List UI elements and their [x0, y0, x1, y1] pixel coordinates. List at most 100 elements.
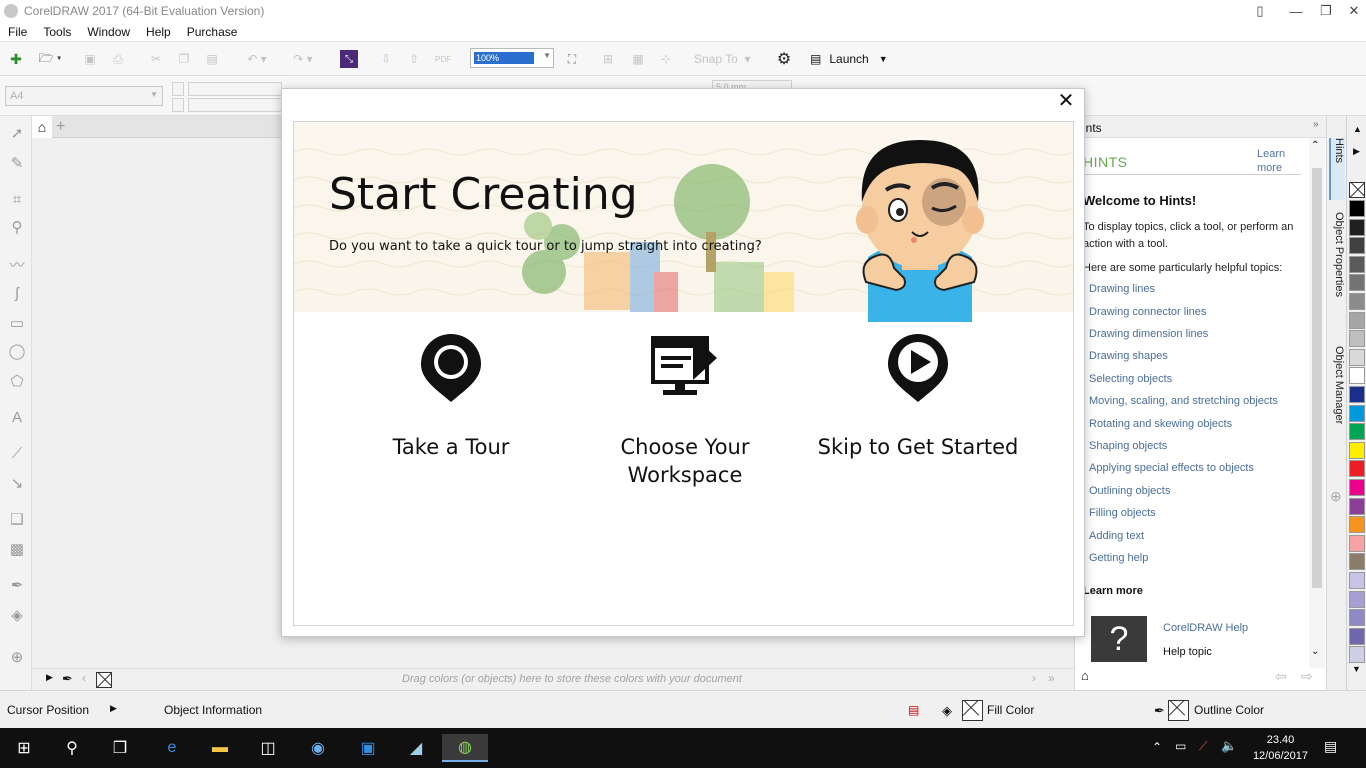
zoom-tool-icon[interactable]: ⚲: [7, 218, 27, 238]
color-swatch[interactable]: [1349, 553, 1365, 571]
color-swatch[interactable]: [1349, 423, 1365, 441]
color-swatch[interactable]: [1349, 293, 1365, 310]
hint-topic-link[interactable]: Selecting objects: [1089, 373, 1172, 385]
redo-icon[interactable]: ↷ ▾: [286, 50, 320, 68]
palette-scroll-down-icon[interactable]: ▼: [1352, 664, 1361, 674]
landscape-icon[interactable]: [172, 98, 184, 112]
crop-tool-icon[interactable]: ⌗: [7, 190, 27, 210]
print-icon[interactable]: ⎙: [108, 50, 128, 68]
coreldraw-help-link[interactable]: CorelDRAW Help: [1163, 622, 1248, 634]
add-tool-icon[interactable]: ⊕: [7, 648, 27, 668]
menu-file[interactable]: File: [0, 25, 35, 39]
hint-topic-link[interactable]: Shaping objects: [1089, 440, 1167, 452]
edge-browser-icon[interactable]: e: [152, 734, 192, 762]
scrollbar-thumb[interactable]: [1312, 168, 1322, 588]
color-swatch[interactable]: [1349, 348, 1365, 366]
system-clock[interactable]: 23.40 12/06/2017: [1253, 732, 1308, 764]
color-swatch[interactable]: [1349, 516, 1365, 534]
volume-icon[interactable]: 🔈: [1221, 738, 1237, 754]
menu-help[interactable]: Help: [138, 25, 179, 39]
color-swatch[interactable]: [1349, 497, 1365, 515]
transparency-icon[interactable]: ▩: [7, 540, 27, 560]
palette-menu-icon[interactable]: ▶: [1353, 146, 1360, 157]
shape-tool-icon[interactable]: ✎: [7, 154, 27, 174]
freehand-tool-icon[interactable]: 〰: [7, 256, 27, 276]
hint-topic-link[interactable]: Adding text: [1089, 530, 1144, 542]
color-swatch[interactable]: [1349, 460, 1365, 478]
color-swatch[interactable]: [1349, 441, 1365, 459]
menu-purchase[interactable]: Purchase: [179, 25, 246, 39]
color-proof-icon[interactable]: ▤: [908, 703, 919, 717]
rulers-icon[interactable]: ⊞: [598, 50, 618, 68]
color-swatch[interactable]: [1349, 237, 1365, 255]
open-icon[interactable]: 🗁 ▾: [34, 50, 66, 68]
eyedropper-icon[interactable]: ✒: [62, 671, 73, 687]
scroll-right-icon[interactable]: ›: [1032, 671, 1036, 685]
fill-none-swatch[interactable]: [962, 700, 983, 721]
network-icon[interactable]: ⟋: [1199, 739, 1207, 754]
drop-shadow-icon[interactable]: ❑: [7, 510, 27, 530]
artistic-media-icon[interactable]: ʃ: [7, 284, 27, 304]
options-gear-icon[interactable]: ⚙: [774, 50, 794, 68]
window-icon-button[interactable]: ▯: [1242, 0, 1278, 22]
tray-chevron-icon[interactable]: ⌃: [1152, 740, 1162, 754]
file-explorer-icon[interactable]: ▬: [200, 734, 240, 762]
interactive-fill-icon[interactable]: ◈: [7, 606, 27, 626]
close-window-button[interactable]: ✕: [1336, 0, 1366, 22]
palette-scroll-up-icon[interactable]: ▲: [1353, 124, 1362, 134]
color-swatch[interactable]: [1349, 200, 1365, 217]
menu-tools[interactable]: Tools: [35, 25, 79, 39]
tray-menu-arrow-icon[interactable]: ▶: [46, 672, 53, 683]
paste-icon[interactable]: ▤: [202, 50, 222, 68]
hint-topic-link[interactable]: Applying special effects to objects: [1089, 462, 1254, 474]
store-icon[interactable]: ◫: [248, 734, 288, 762]
tab-hints[interactable]: Hints: [1329, 138, 1345, 200]
tab-object-properties[interactable]: Object Properties: [1329, 212, 1345, 332]
export-icon[interactable]: ⇧: [404, 50, 424, 68]
search-icon[interactable]: ⚲: [52, 734, 92, 762]
rectangle-tool-icon[interactable]: ▭: [7, 314, 27, 334]
no-color-swatch[interactable]: [96, 672, 112, 688]
help-question-icon[interactable]: ?: [1091, 616, 1147, 662]
home-tab[interactable]: ⌂: [32, 116, 52, 138]
menu-window[interactable]: Window: [79, 25, 138, 39]
back-arrow-icon[interactable]: ⇦: [1275, 668, 1287, 685]
color-swatch[interactable]: [1349, 330, 1365, 348]
color-swatch[interactable]: [1349, 590, 1365, 608]
docker-expand-icon[interactable]: »: [1313, 119, 1319, 130]
maxthon-icon[interactable]: ▣: [348, 734, 388, 762]
hint-topic-link[interactable]: Moving, scaling, and stretching objects: [1089, 395, 1278, 407]
zoom-level-dropdown[interactable]: 100% ▼: [470, 48, 554, 68]
color-swatch[interactable]: [1349, 218, 1365, 236]
color-swatch[interactable]: [1349, 404, 1365, 422]
status-arrow-icon[interactable]: ▶: [110, 703, 117, 714]
snap-to-dropdown[interactable]: Snap To ▾: [694, 50, 758, 68]
eyedropper-icon[interactable]: ✒: [7, 576, 27, 596]
scroll-up-icon[interactable]: ⌃: [1311, 140, 1319, 151]
scroll-end-icon[interactable]: »: [1048, 671, 1055, 685]
new-tab-plus-icon[interactable]: +: [56, 118, 65, 136]
color-swatch[interactable]: [1349, 367, 1365, 385]
learn-more-link[interactable]: Learn more: [1257, 147, 1297, 175]
outline-none-swatch[interactable]: [1168, 700, 1189, 721]
cut-icon[interactable]: ✂: [146, 50, 166, 68]
hint-topic-link[interactable]: Drawing dimension lines: [1089, 328, 1208, 340]
hint-topic-link[interactable]: Filling objects: [1089, 507, 1156, 519]
portrait-icon[interactable]: [172, 82, 184, 96]
take-a-tour-option[interactable]: Take a Tour: [336, 332, 566, 461]
grid-icon[interactable]: ▦: [628, 50, 648, 68]
skip-to-get-started-option[interactable]: Skip to Get Started: [803, 332, 1033, 461]
hint-topic-link[interactable]: Rotating and skewing objects: [1089, 418, 1232, 430]
launch-dropdown[interactable]: ▤ Launch ▼: [810, 50, 900, 68]
color-swatch[interactable]: [1349, 572, 1365, 589]
scroll-left-icon[interactable]: ‹: [82, 671, 86, 685]
hints-scrollbar[interactable]: ⌃ ⌄: [1309, 138, 1325, 668]
color-swatch[interactable]: [1349, 255, 1365, 273]
hint-topic-link[interactable]: Drawing lines: [1089, 283, 1155, 295]
save-icon[interactable]: ▣: [80, 50, 100, 68]
photo-app-icon[interactable]: ◉: [298, 734, 338, 762]
hint-topic-link[interactable]: Drawing connector lines: [1089, 306, 1206, 318]
color-swatch[interactable]: [1349, 646, 1365, 664]
color-swatch[interactable]: [1349, 386, 1365, 403]
start-windows-icon[interactable]: ⊞: [4, 734, 44, 762]
